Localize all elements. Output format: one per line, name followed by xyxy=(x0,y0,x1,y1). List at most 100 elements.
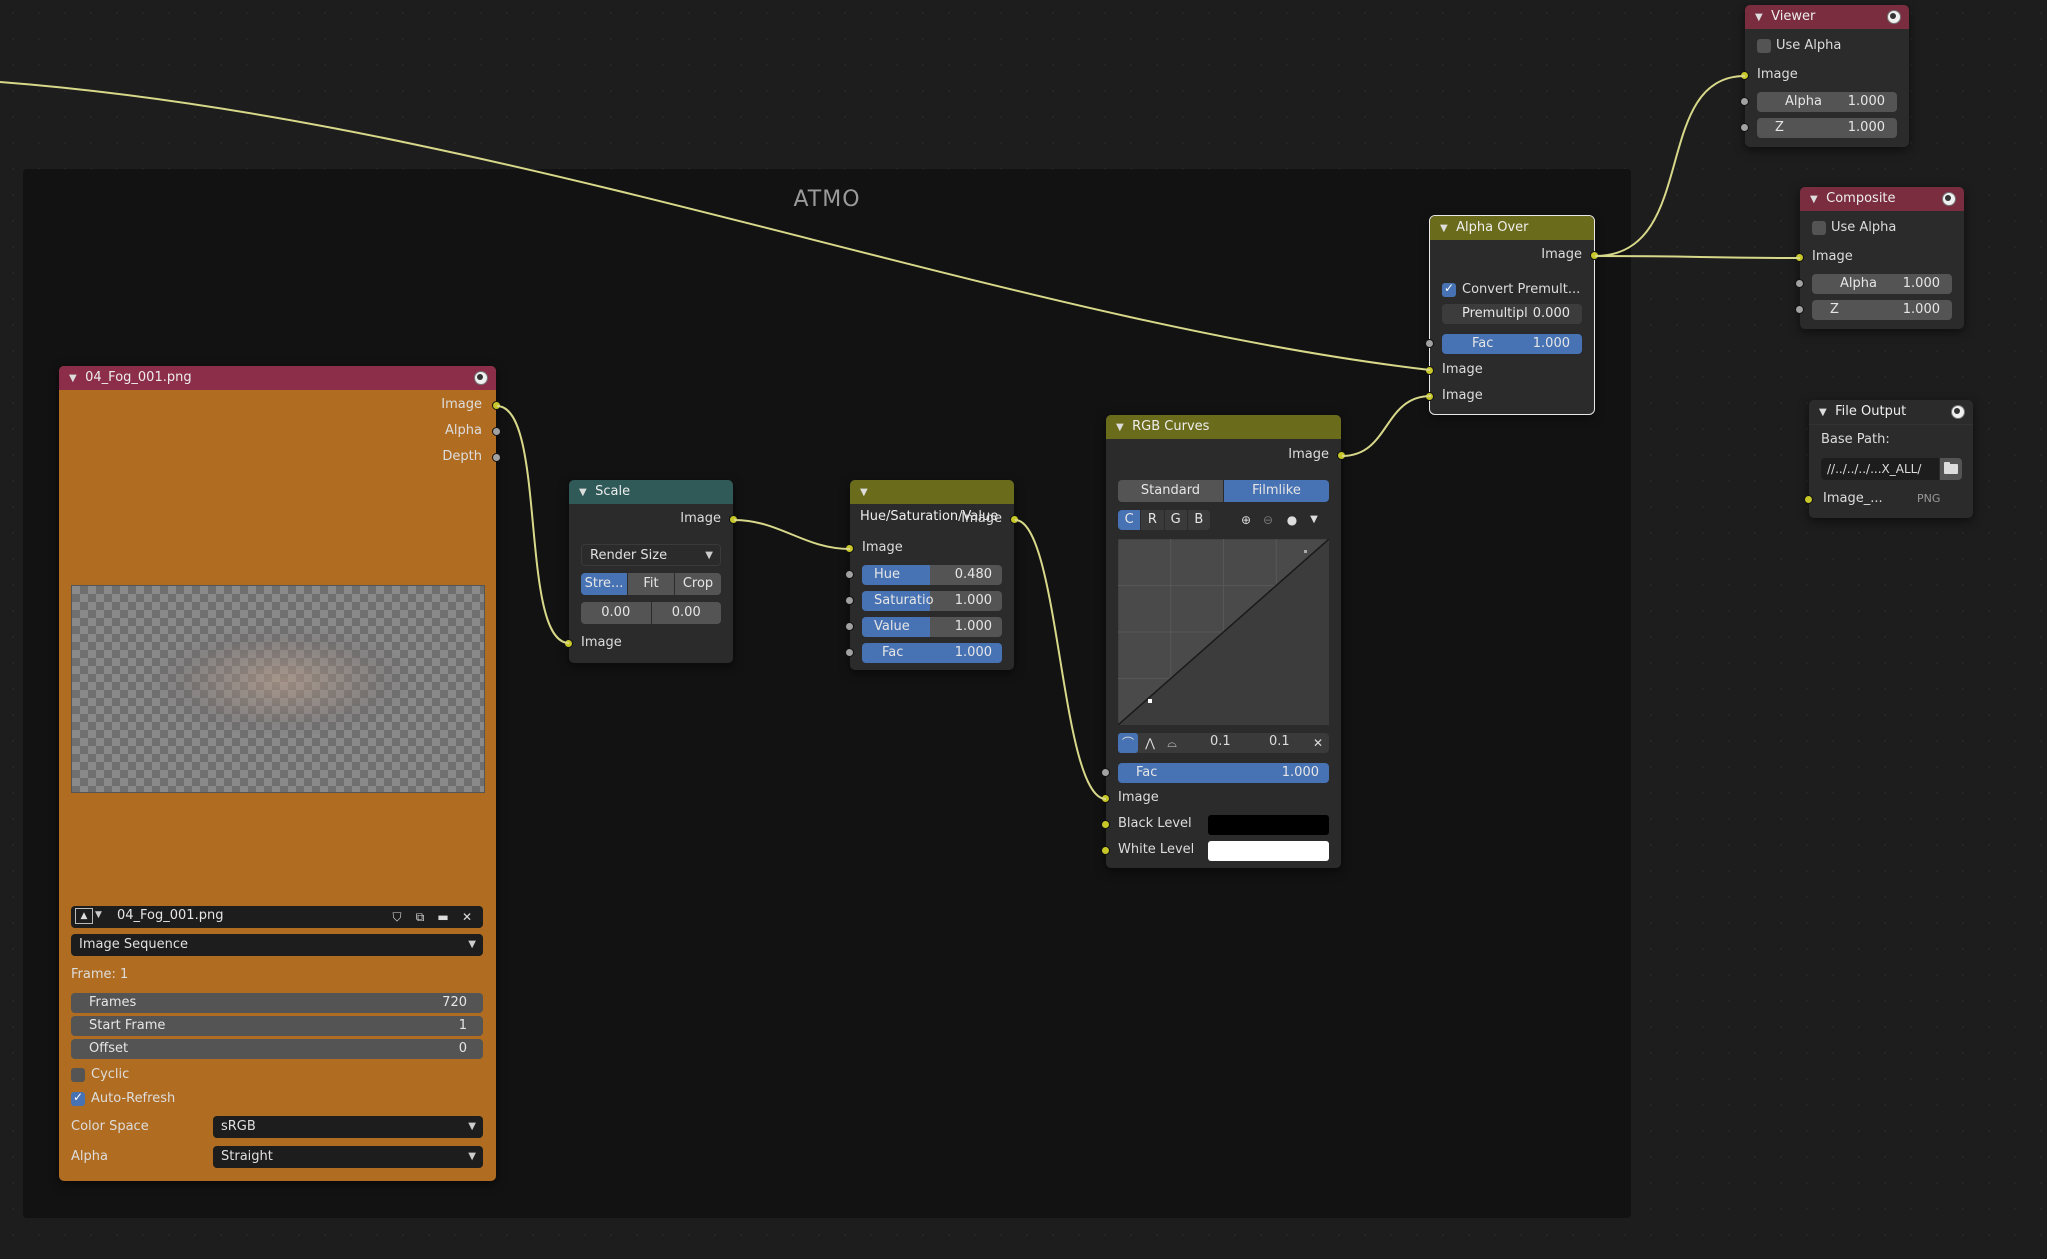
hsv-node[interactable]: ▼ Hue/Saturation/Value Image Image Hue 0… xyxy=(845,480,1019,670)
channel-g[interactable]: G xyxy=(1164,510,1188,530)
close-icon[interactable]: ✕ xyxy=(457,907,477,927)
fac-socket[interactable] xyxy=(1101,768,1110,777)
base-path-input[interactable]: //../../../...X_ALL/ xyxy=(1821,458,1939,480)
premultiplied-field[interactable]: Premultipl 0.000 xyxy=(1442,304,1582,324)
start-frame-field[interactable]: Start Frame 1 xyxy=(71,1016,483,1036)
output-depth-socket[interactable] xyxy=(492,453,501,462)
chevron-down-icon[interactable]: ▼ xyxy=(860,481,872,505)
source-dropdown[interactable]: Image Sequence ▼ xyxy=(71,934,483,956)
curve-tools-row[interactable]: ⌒ ⋀ ⌓ 0.1 0.1 ✕ xyxy=(1118,733,1329,753)
zoom-in-icon[interactable]: ⊕ xyxy=(1236,510,1256,530)
curves-node-header[interactable]: ▼ RGB Curves xyxy=(1106,415,1341,439)
fac-field[interactable]: Fac 1.000 xyxy=(862,643,1002,663)
hue-field[interactable]: Hue 0.480 xyxy=(862,565,1002,585)
saturation-field[interactable]: Saturatio 1.000 xyxy=(862,591,1002,611)
mode-stretch[interactable]: Stre... xyxy=(581,573,628,595)
autorefresh-checkbox[interactable] xyxy=(71,1090,85,1106)
z-socket[interactable] xyxy=(1740,123,1749,132)
image-node-header[interactable]: ▼ 04_Fog_001.png xyxy=(59,366,496,390)
frames-field[interactable]: Frames 720 xyxy=(71,993,483,1013)
chevron-down-icon[interactable]: ▼ xyxy=(1755,6,1767,30)
chevron-down-icon[interactable]: ▼ xyxy=(1304,510,1324,530)
fac-socket[interactable] xyxy=(1425,339,1434,348)
chevron-down-icon[interactable]: ▼ xyxy=(1440,217,1452,241)
output-alpha-socket[interactable] xyxy=(492,427,501,436)
output-image-socket[interactable] xyxy=(1010,515,1019,524)
z-field[interactable]: Z 1.000 xyxy=(1812,300,1952,320)
handle-auto-icon[interactable]: ⌒ xyxy=(1118,733,1138,753)
alpha-field[interactable]: Alpha 1.000 xyxy=(1812,274,1952,294)
scale-node-header[interactable]: ▼ Scale xyxy=(569,480,733,504)
offset-field[interactable]: Offset 0 xyxy=(71,1039,483,1059)
folder-icon[interactable]: ▬ xyxy=(433,907,453,927)
input-image-1-socket[interactable] xyxy=(1425,366,1434,375)
duplicate-icon[interactable]: ⧉ xyxy=(410,907,430,927)
use-alpha-checkbox[interactable] xyxy=(1757,39,1771,53)
fac-field[interactable]: Fac 1.000 xyxy=(1442,334,1582,354)
offset-x-field[interactable]: 0.00 xyxy=(581,602,652,624)
z-field[interactable]: Z 1.000 xyxy=(1757,118,1897,138)
input-image-2-socket[interactable] xyxy=(1425,392,1434,401)
clip-max-value[interactable]: 0.1 xyxy=(1269,734,1290,749)
hue-socket[interactable] xyxy=(845,570,854,579)
shield-icon[interactable]: ⛉ xyxy=(387,907,407,927)
white-level-socket[interactable] xyxy=(1101,846,1110,855)
value-socket[interactable] xyxy=(845,622,854,631)
globe-icon[interactable] xyxy=(1942,192,1956,206)
input-image-socket[interactable] xyxy=(1101,794,1110,803)
alpha-field[interactable]: Alpha 1.000 xyxy=(1757,92,1897,112)
globe-icon[interactable] xyxy=(474,371,488,385)
input-image-socket[interactable] xyxy=(1804,495,1813,504)
chevron-down-icon[interactable]: ▼ xyxy=(1116,416,1128,440)
zoom-out-icon[interactable]: ⊖ xyxy=(1258,510,1278,530)
composite-node-header[interactable]: ▼ Composite xyxy=(1800,187,1964,211)
saturation-socket[interactable] xyxy=(845,596,854,605)
channel-r[interactable]: R xyxy=(1141,510,1165,530)
offset-y-field[interactable]: 0.00 xyxy=(651,602,721,624)
channel-b[interactable]: B xyxy=(1187,510,1210,530)
curves-tone-tabs[interactable]: Standard Filmlike xyxy=(1118,480,1329,502)
handle-free-icon[interactable]: ⌓ xyxy=(1162,733,1182,753)
settings-icon[interactable]: ● xyxy=(1282,510,1302,530)
cyclic-checkbox[interactable] xyxy=(71,1068,85,1082)
viewer-node[interactable]: ▼ Viewer Use Alpha Image Alpha 1.000 Z 1… xyxy=(1740,5,1909,147)
image-node[interactable]: ▼ 04_Fog_001.png Image Alpha Depth ▲ ▼ 0… xyxy=(59,366,501,1181)
offset-fields[interactable]: 0.00 0.00 xyxy=(581,602,721,624)
mode-crop[interactable]: Crop xyxy=(675,573,721,595)
z-socket[interactable] xyxy=(1795,305,1804,314)
image-datablock[interactable]: ▲ ▼ 04_Fog_001.png ⛉ ⧉ ▬ ✕ xyxy=(71,906,483,928)
convert-premultiplied-checkbox[interactable] xyxy=(1442,281,1456,297)
channel-c[interactable]: C xyxy=(1118,510,1142,530)
globe-icon[interactable] xyxy=(1887,10,1901,24)
output-image-socket[interactable] xyxy=(729,515,738,524)
clip-min-value[interactable]: 0.1 xyxy=(1210,734,1231,749)
chevron-down-icon[interactable]: ▼ xyxy=(579,481,591,505)
fac-field[interactable]: Fac 1.000 xyxy=(1118,763,1329,783)
input-image-socket[interactable] xyxy=(1740,71,1749,80)
frame-mode-selector[interactable]: Stre... Fit Crop xyxy=(581,573,721,595)
tab-standard[interactable]: Standard xyxy=(1118,480,1224,502)
folder-icon[interactable] xyxy=(1940,458,1962,480)
chevron-down-icon[interactable]: ▼ xyxy=(1819,401,1831,425)
tab-filmlike[interactable]: Filmlike xyxy=(1224,480,1329,502)
globe-icon[interactable] xyxy=(1951,405,1965,419)
alpha-over-header[interactable]: ▼ Alpha Over xyxy=(1430,216,1594,240)
chevron-down-icon[interactable]: ▼ xyxy=(95,910,102,920)
space-dropdown[interactable]: Render Size ▼ xyxy=(581,544,721,566)
use-alpha-checkbox[interactable] xyxy=(1812,221,1826,235)
channel-selector[interactable]: C R G B xyxy=(1118,510,1210,530)
file-output-header[interactable]: ▼ File Output xyxy=(1809,400,1973,425)
hsv-node-header[interactable]: ▼ Hue/Saturation/Value xyxy=(850,480,1014,524)
handle-vector-icon[interactable]: ⋀ xyxy=(1140,733,1160,753)
mode-fit[interactable]: Fit xyxy=(628,573,675,595)
output-image-socket[interactable] xyxy=(492,401,501,410)
fac-socket[interactable] xyxy=(845,648,854,657)
alpha-dropdown[interactable]: Straight ▼ xyxy=(213,1146,483,1168)
input-image-socket[interactable] xyxy=(564,639,573,648)
image-browse-icon[interactable]: ▲ xyxy=(75,908,93,924)
output-image-socket[interactable] xyxy=(1337,451,1346,460)
value-field[interactable]: Value 1.000 xyxy=(862,617,1002,637)
alpha-over-node[interactable]: ▼ Alpha Over Image Convert Premult... Pr… xyxy=(1425,215,1599,415)
composite-node[interactable]: ▼ Composite Use Alpha Image Alpha 1.000 … xyxy=(1795,187,1964,329)
white-level-swatch[interactable] xyxy=(1208,841,1329,861)
